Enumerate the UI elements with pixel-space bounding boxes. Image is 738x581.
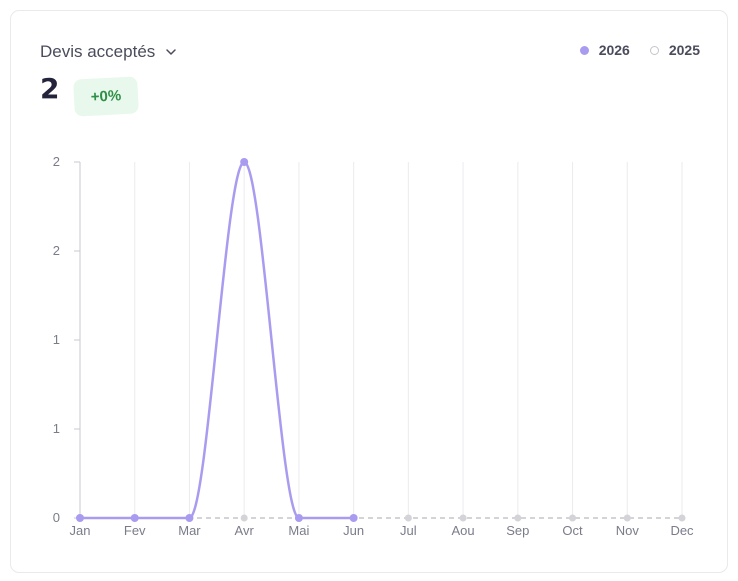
series-point-2025: [514, 514, 522, 522]
series-line-2026: [80, 160, 354, 520]
x-tick-label: Fev: [124, 523, 146, 538]
x-tick-label: Aou: [452, 523, 475, 538]
x-tick-label: Mai: [288, 523, 309, 538]
y-tick-label: 1: [53, 332, 60, 347]
x-tick-label: Sep: [506, 523, 529, 538]
y-tick-label: 0: [53, 510, 60, 525]
series-point-2026: [185, 514, 194, 522]
series-point-2025: [623, 514, 631, 522]
series-point-2026: [240, 158, 249, 166]
series-point-2025: [240, 514, 248, 522]
y-tick-label: 1: [53, 421, 60, 436]
y-tick-label: 2: [53, 154, 60, 169]
series-point-2026: [294, 514, 303, 522]
x-tick-label: Avr: [235, 523, 255, 538]
series-point-2025: [569, 514, 577, 522]
series-point-2025: [678, 514, 686, 522]
series-point-2026: [349, 514, 358, 522]
series-point-2026: [130, 514, 139, 522]
x-tick-label: Jul: [400, 523, 417, 538]
line-chart: 0 1 1 2 2 Jan Fev Mar Avr Mai Jun Jul Aou Sep Oct Nov De…: [53, 154, 694, 538]
series-point-2025: [459, 514, 467, 522]
series-point-2025: [404, 514, 412, 522]
x-tick-label: Nov: [616, 523, 640, 538]
x-tick-label: Dec: [670, 523, 694, 538]
x-tick-label: Jan: [70, 523, 91, 538]
y-tick-label: 2: [53, 243, 60, 258]
x-tick-label: Oct: [562, 523, 583, 538]
series-point-2026: [76, 514, 84, 522]
x-tick-label: Jun: [343, 523, 364, 538]
x-tick-label: Mar: [178, 523, 201, 538]
